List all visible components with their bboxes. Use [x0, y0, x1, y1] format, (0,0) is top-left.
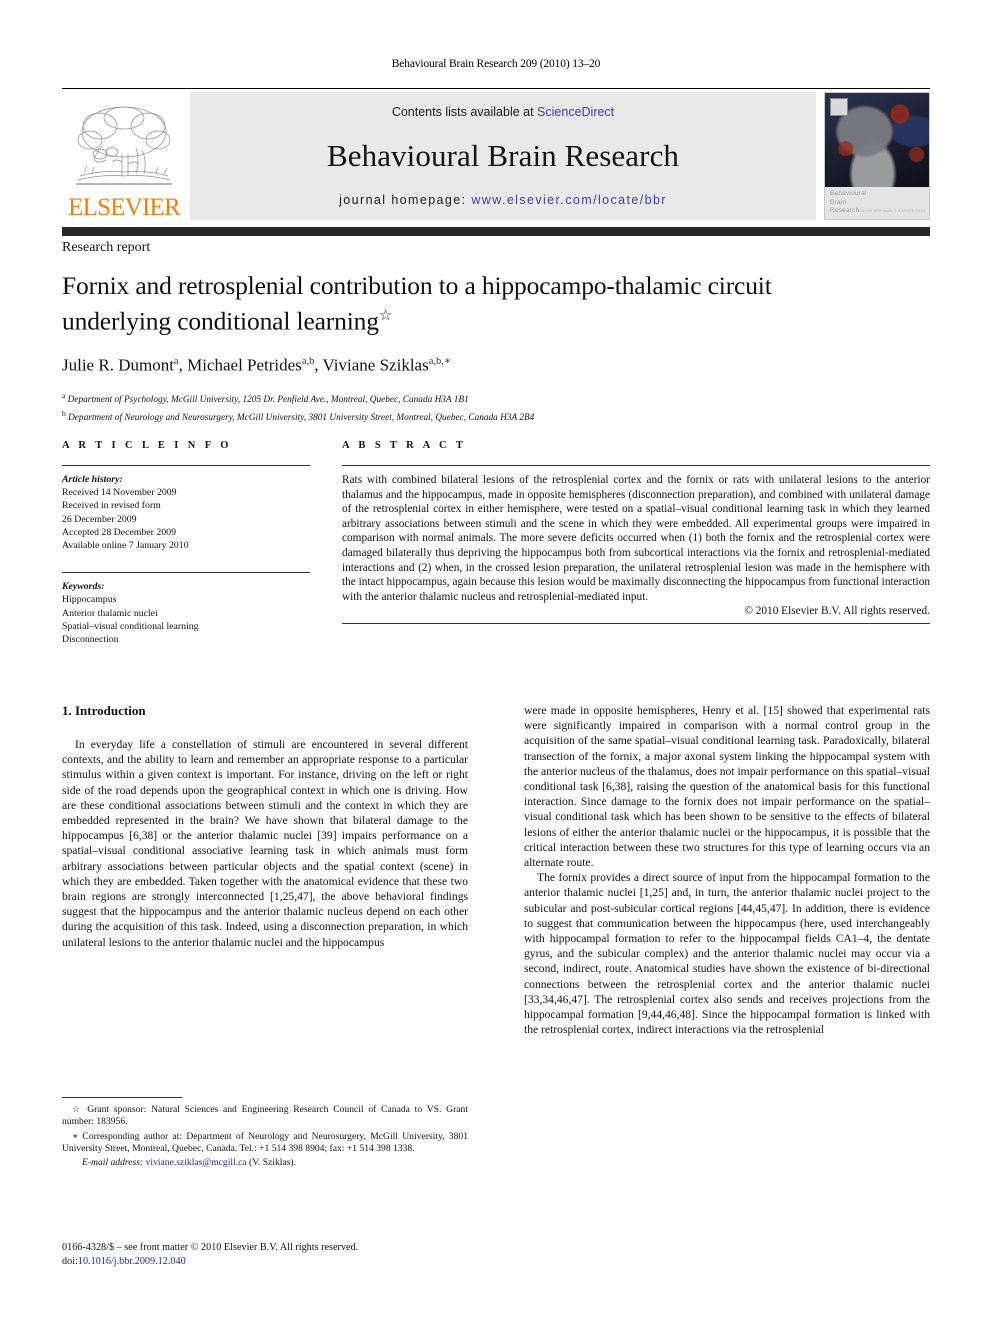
footnote-rule: [62, 1097, 182, 1098]
journal-homepage-line: journal homepage: www.elsevier.com/locat…: [339, 193, 667, 207]
article-header: Research report Fornix and retrosplenial…: [62, 240, 930, 425]
footnote-corresponding-marker: ∗: [72, 1130, 79, 1141]
running-head: Behavioural Brain Research 209 (2010) 13…: [391, 58, 601, 70]
article-body: 1. Introduction In everyday life a const…: [62, 703, 930, 1037]
article-title-text: Fornix and retrosplenial contribution to…: [62, 271, 772, 336]
article-title: Fornix and retrosplenial contribution to…: [62, 270, 852, 337]
info-abstract-band: A R T I C L E I N F O Article history: R…: [62, 440, 930, 646]
footnote-block: ☆ Grant sponsor: Natural Sciences and En…: [62, 1097, 468, 1170]
intro-paragraph-1: In everyday life a constellation of stim…: [62, 738, 468, 949]
history-item: Available online 7 January 2010: [62, 540, 189, 552]
elsevier-logo: ELSEVIER: [62, 92, 190, 220]
elsevier-tree-icon: [76, 106, 172, 185]
column-gap: [310, 440, 342, 646]
title-footnote-marker: ☆: [378, 308, 393, 324]
journal-article-page: Behavioural Brain Research 209 (2010) 13…: [0, 0, 992, 1323]
keyword-item: Spatial–visual conditional learning: [62, 620, 199, 632]
abstract-text: Rats with combined bilateral lesions of …: [342, 474, 930, 603]
section-heading-introduction: 1. Introduction: [62, 703, 146, 718]
footnote-email: E-mail address: viviane.sziklas@mcgill.c…: [62, 1157, 468, 1169]
elsevier-wordmark: ELSEVIER: [68, 194, 180, 221]
contents-lists-line: Contents lists available at ScienceDirec…: [392, 105, 614, 119]
journal-title: Behavioural Brain Research: [326, 138, 680, 173]
article-info-rule: [62, 465, 310, 466]
cover-caption-line-1: Behavioural: [830, 190, 867, 197]
body-column-left: 1. Introduction In everyday life a const…: [62, 703, 468, 1037]
article-info-heading: A R T I C L E I N F O: [62, 440, 232, 451]
abstract-column: A B S T R A C T Rats with combined bilat…: [342, 440, 930, 646]
keywords-rule: [62, 572, 310, 574]
abstract-heading: A B S T R A C T: [342, 440, 467, 451]
keywords-wrapper: Keywords: Hippocampus Anterior thalamic …: [62, 572, 310, 646]
author-list: Julie R. Dumonta, Michael Petridesa,b, V…: [62, 355, 452, 375]
footnote-grant-marker: ☆: [72, 1104, 83, 1114]
homepage-url-link[interactable]: www.elsevier.com/locate/bbr: [471, 193, 667, 207]
email-label: E-mail address:: [82, 1156, 144, 1168]
email-suffix: (V. Sziklas).: [249, 1156, 297, 1168]
sciencedirect-link[interactable]: ScienceDirect: [537, 105, 614, 119]
intro-paragraph-2: The fornix provides a direct source of i…: [524, 871, 930, 1037]
abstract-top-rule: [342, 465, 930, 466]
keyword-item: Disconnection: [62, 634, 119, 646]
article-history-block: Article history: Received 14 November 20…: [62, 473, 310, 552]
intro-paragraph-1-continued: were made in opposite hemispheres, Henry…: [524, 704, 930, 870]
affiliation-a-text: Department of Psychology, McGill Univers…: [67, 395, 469, 406]
history-item: Received 14 November 2009: [62, 487, 177, 499]
abstract-copyright: © 2010 Elsevier B.V. All rights reserved…: [744, 605, 930, 618]
history-item: 26 December 2009: [62, 513, 137, 525]
article-type-label: Research report: [62, 240, 151, 255]
doi-value-link[interactable]: 10.1016/j.bbr.2009.12.040: [78, 1256, 186, 1267]
keywords-block: Keywords: Hippocampus Anterior thalamic …: [62, 580, 310, 646]
footnote-grant: ☆ Grant sponsor: Natural Sciences and En…: [62, 1103, 468, 1129]
journal-masthead: ELSEVIER Contents lists available at Sci…: [62, 88, 930, 236]
abstract-bottom-rule: [342, 623, 930, 625]
cover-caption-volume: Volume 209 Issue 1 8 March 2010: [858, 207, 925, 213]
body-column-gap: [468, 703, 524, 1037]
cover-caption: Behavioural Brain Research Volume 209 Is…: [825, 187, 929, 219]
masthead-top-rule: [62, 88, 930, 89]
doi-line: doi:10.1016/j.bbr.2009.12.040: [62, 1255, 502, 1269]
cover-artwork-image: [825, 93, 929, 189]
journal-cover-thumbnail: Behavioural Brain Research Volume 209 Is…: [824, 92, 930, 220]
issn-copyright-line: 0166-4328/$ – see front matter © 2010 El…: [62, 1242, 359, 1253]
article-history-label: Article history:: [62, 474, 123, 485]
affiliation-a-marker: a: [62, 391, 66, 401]
history-item: Accepted 28 December 2009: [62, 526, 176, 538]
history-item: Received in revised form: [62, 500, 161, 512]
article-info-column: A R T I C L E I N F O Article history: R…: [62, 440, 310, 646]
keyword-item: Anterior thalamic nuclei: [62, 607, 158, 619]
homepage-label: journal homepage:: [339, 193, 472, 207]
doi-label: doi:: [62, 1256, 78, 1267]
keyword-item: Hippocampus: [62, 594, 117, 606]
contents-lists-prefix: Contents lists available at: [391, 105, 538, 119]
affiliation-a: a Department of Psychology, McGill Unive…: [62, 389, 930, 407]
footnote-grant-text: Grant sponsor: Natural Sciences and Engi…: [62, 1104, 468, 1128]
footnote-corresponding-text: Corresponding author at: Department of N…: [62, 1130, 468, 1155]
affiliation-b-text: Department of Neurology and Neurosurgery…: [68, 413, 535, 424]
journal-banner: Contents lists available at ScienceDirec…: [190, 92, 816, 220]
cover-badge-icon: [830, 98, 848, 116]
masthead-dark-bar: [62, 227, 930, 236]
affiliation-b-marker: b: [62, 409, 66, 419]
affiliation-b: b Department of Neurology and Neurosurge…: [62, 407, 930, 425]
imprint-block: 0166-4328/$ – see front matter © 2010 El…: [62, 1241, 502, 1269]
footnote-corresponding-author: ∗ Corresponding author at: Department of…: [62, 1130, 468, 1156]
keywords-label: Keywords:: [62, 581, 105, 593]
body-column-right: were made in opposite hemispheres, Henry…: [524, 703, 930, 1037]
email-address-link[interactable]: viviane.sziklas@mcgill.ca: [146, 1157, 247, 1168]
masthead-body: ELSEVIER Contents lists available at Sci…: [62, 92, 930, 220]
